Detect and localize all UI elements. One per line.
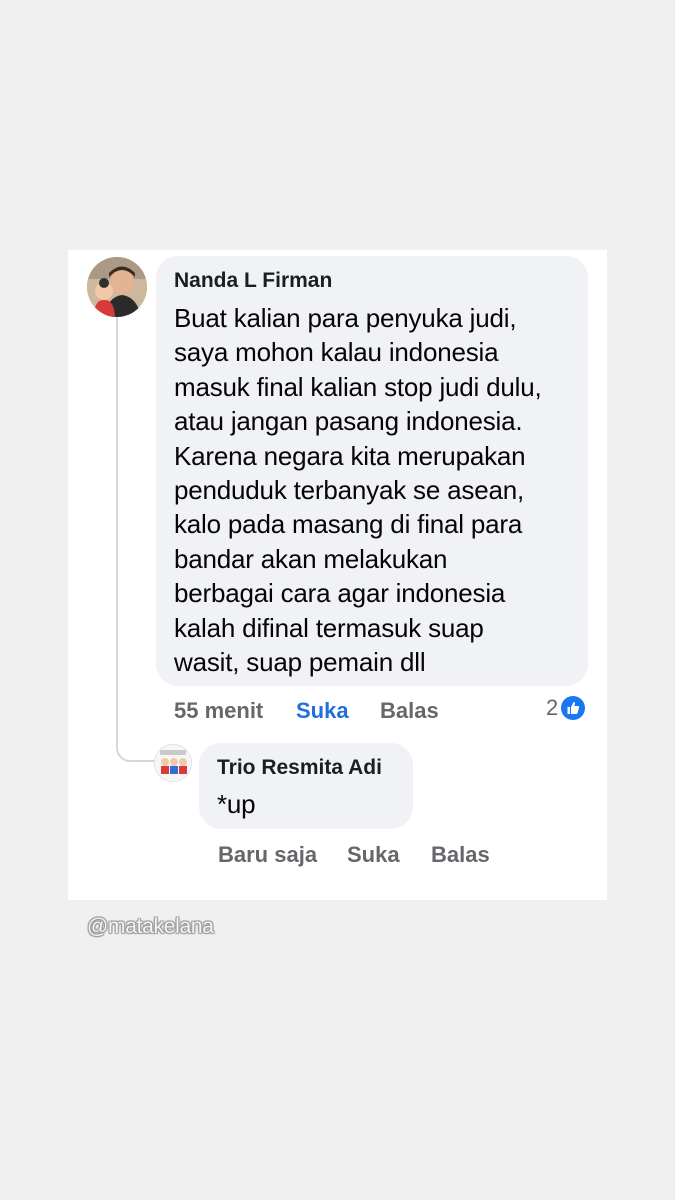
reply-timestamp[interactable]: Baru saja — [218, 842, 317, 868]
comment-bubble: Nanda L Firman Buat kalian para penyuka … — [156, 256, 588, 686]
reply-thread-line — [116, 316, 154, 762]
comment-card: Nanda L Firman Buat kalian para penyuka … — [68, 250, 607, 900]
reaction-summary[interactable]: 2 — [546, 695, 586, 721]
comment-timestamp[interactable]: 55 menit — [174, 698, 263, 724]
reaction-count: 2 — [546, 695, 559, 720]
comment-text: Buat kalian para penyuka judi, saya moho… — [174, 303, 542, 678]
profile-photo-icon — [87, 257, 147, 317]
reply-reply-button[interactable]: Balas — [431, 842, 490, 868]
reply-bubble: Trio Resmita Adi *up — [199, 743, 413, 829]
comment-author-name[interactable]: Nanda L Firman — [174, 266, 572, 296]
reply-like-button[interactable]: Suka — [347, 842, 400, 868]
watermark: @matakelana — [87, 915, 214, 938]
reply-avatar[interactable] — [154, 744, 192, 782]
thumbs-up-icon — [561, 696, 586, 720]
comment-like-button[interactable]: Suka — [296, 698, 349, 724]
commenter-avatar[interactable] — [87, 257, 147, 317]
reply-author-name[interactable]: Trio Resmita Adi — [217, 753, 397, 783]
cartoon-avatar-icon — [155, 745, 191, 781]
comment-reply-button[interactable]: Balas — [380, 698, 439, 724]
reply-text: *up — [217, 789, 256, 819]
